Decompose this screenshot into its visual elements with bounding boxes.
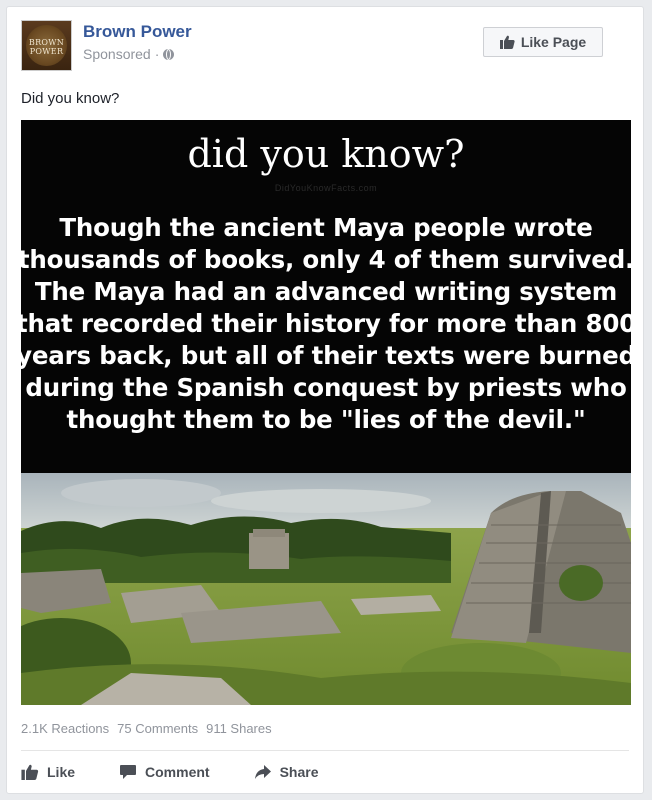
- speech-bubble-icon: [120, 765, 137, 779]
- page-name-link[interactable]: Brown Power: [83, 22, 192, 42]
- like-button[interactable]: Like: [21, 764, 75, 780]
- post-header: BROWN POWER Brown Power Sponsored · Like…: [21, 20, 629, 76]
- like-page-label: Like Page: [520, 34, 587, 50]
- share-button[interactable]: Share: [254, 764, 319, 780]
- thumbs-up-icon: [499, 35, 515, 49]
- sponsored-separator: ·: [154, 46, 160, 62]
- like-label: Like: [47, 764, 76, 780]
- globe-icon[interactable]: [163, 48, 175, 60]
- page-avatar[interactable]: BROWN POWER: [21, 20, 72, 71]
- shares-count[interactable]: 911 Shares: [206, 721, 272, 736]
- post-text: Did you know?: [21, 90, 120, 107]
- avatar-logo-line2: POWER: [29, 47, 64, 56]
- avatar-logo-text: BROWN POWER: [22, 38, 71, 56]
- fact-title: did you know?: [187, 132, 465, 176]
- post-image[interactable]: did you know? DidYouKnowFacts.com Though…: [21, 120, 631, 705]
- comments-count[interactable]: 75 Comments: [117, 721, 198, 736]
- share-label: Share: [279, 764, 319, 780]
- like-page-button[interactable]: Like Page: [483, 27, 603, 57]
- actions-divider: [21, 750, 629, 751]
- sponsored-post-card: BROWN POWER Brown Power Sponsored · Like…: [6, 6, 644, 794]
- comment-button[interactable]: Comment: [119, 764, 210, 780]
- sponsored-text[interactable]: Sponsored: [83, 46, 151, 62]
- avatar-logo-line1: BROWN: [28, 38, 65, 47]
- share-arrow-icon: [254, 765, 271, 779]
- thumbs-up-icon: [21, 764, 39, 780]
- watermark-text: DidYouKnowFacts.com: [274, 183, 378, 193]
- comment-label: Comment: [145, 764, 210, 780]
- maya-ruins-photo: [21, 473, 631, 705]
- reactions-count[interactable]: 2.1K Reactions: [21, 721, 109, 736]
- sponsored-label: Sponsored ·: [83, 46, 175, 62]
- post-actions: Like Comment Share: [21, 761, 363, 783]
- engagement-stats: 2.1K Reactions 75 Comments 911 Shares: [21, 721, 272, 736]
- fact-text: Though the ancient Maya people wrote tho…: [21, 213, 631, 434]
- fact-panel: did you know? DidYouKnowFacts.com Though…: [21, 120, 631, 473]
